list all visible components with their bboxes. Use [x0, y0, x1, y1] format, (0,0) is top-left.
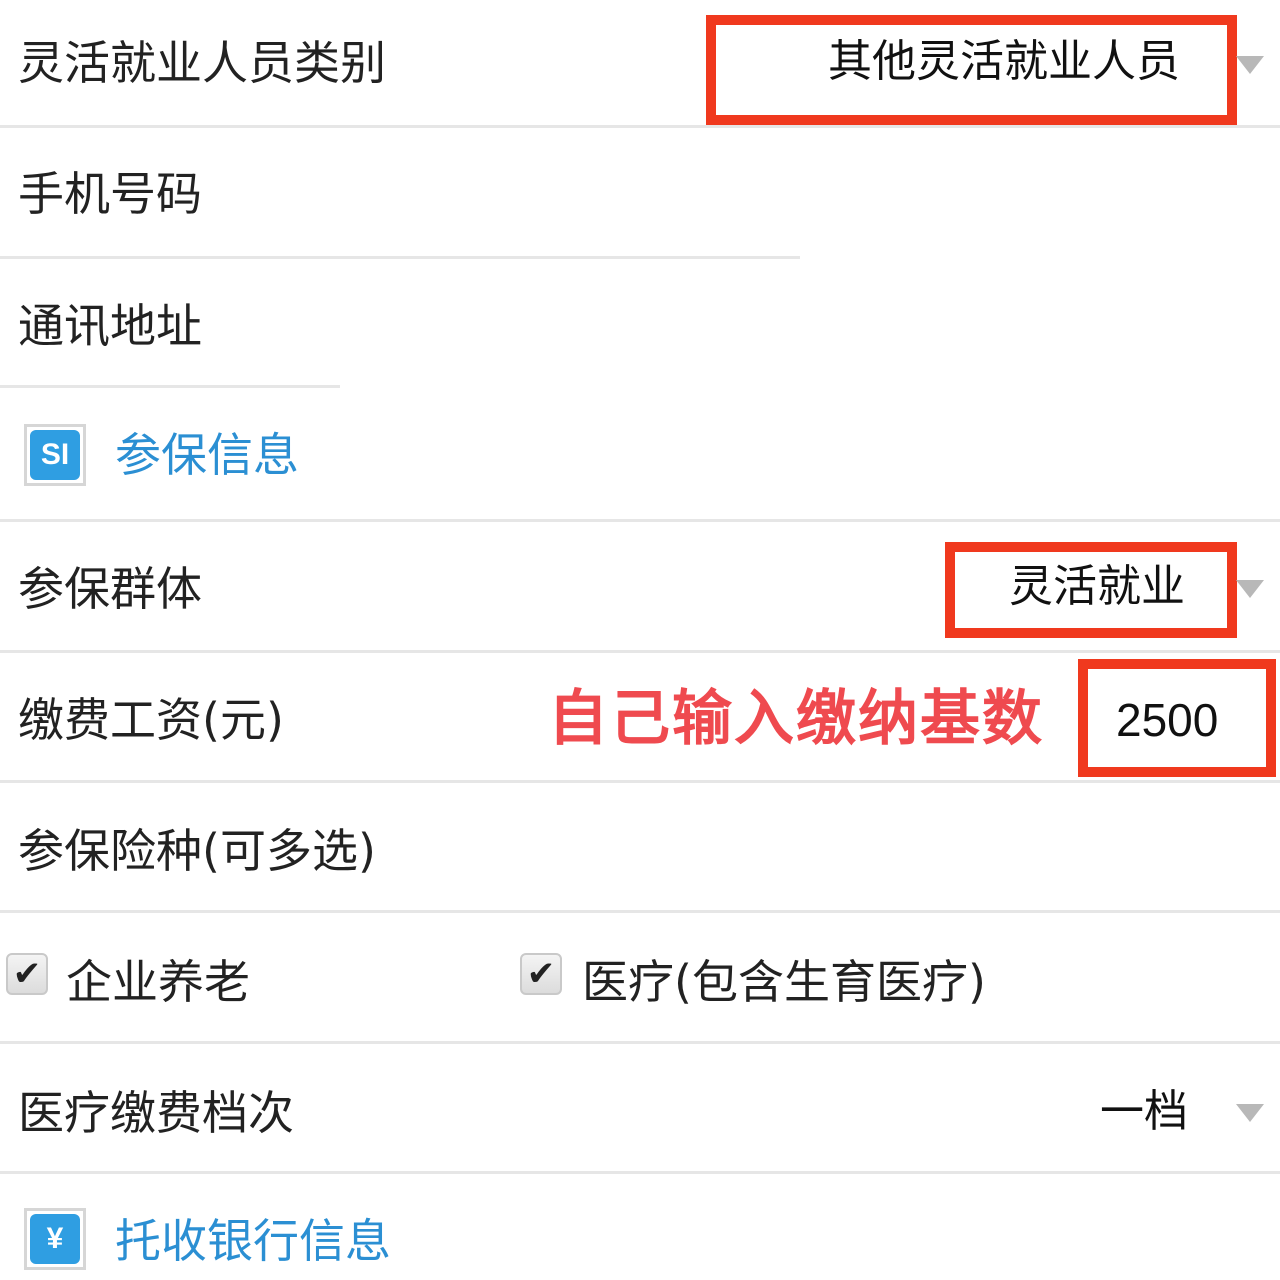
yen-icon: ¥	[24, 1208, 86, 1270]
si-icon: SI	[24, 424, 86, 486]
chevron-down-icon	[1236, 56, 1264, 74]
group-label: 参保群体	[18, 562, 202, 616]
bank-info-section-header: ¥ 托收银行信息	[0, 1174, 1280, 1280]
employment-type-row: 灵活就业人员类别 其他灵活就业人员	[0, 0, 1280, 128]
section-title: 托收银行信息	[115, 1214, 391, 1268]
checkbox-row: ✔ 企业养老 ✔ 医疗(包含生育医疗)	[0, 913, 1280, 1041]
section-title: 参保信息	[115, 428, 299, 482]
checkbox-pension[interactable]: ✔	[6, 953, 48, 995]
insurance-types-row: 参保险种(可多选)	[0, 783, 1280, 911]
group-select[interactable]: 灵活就业	[1009, 565, 1185, 609]
medical-level-select[interactable]: 一档	[1100, 1090, 1188, 1134]
insurance-types-label: 参保险种(可多选)	[18, 824, 376, 878]
chevron-down-icon	[1236, 1104, 1264, 1122]
group-row: 参保群体 灵活就业	[0, 522, 1280, 650]
employment-type-label: 灵活就业人员类别	[18, 36, 386, 90]
phone-row[interactable]: 手机号码	[0, 128, 1280, 258]
address-row[interactable]: 通讯地址	[0, 258, 1280, 388]
wage-input[interactable]: 2500	[1116, 697, 1218, 743]
checkbox-label: 医疗(包含生育医疗)	[582, 955, 986, 1009]
medical-level-label: 医疗缴费档次	[18, 1086, 294, 1140]
address-label: 通讯地址	[18, 299, 202, 353]
checkbox-medical[interactable]: ✔	[520, 953, 562, 995]
chevron-down-icon	[1236, 580, 1264, 598]
checkbox-label: 企业养老	[66, 955, 250, 1009]
wage-label: 缴费工资(元)	[18, 693, 284, 747]
medical-level-row: 医疗缴费档次 一档	[0, 1044, 1280, 1172]
phone-label: 手机号码	[18, 167, 202, 221]
employment-type-select[interactable]: 其他灵活就业人员	[828, 40, 1180, 84]
annotation-text: 自己输入缴纳基数	[548, 684, 1044, 754]
insurance-info-section-header: SI 参保信息	[0, 388, 1280, 520]
wage-row: 缴费工资(元) 自己输入缴纳基数 2500	[0, 653, 1280, 781]
